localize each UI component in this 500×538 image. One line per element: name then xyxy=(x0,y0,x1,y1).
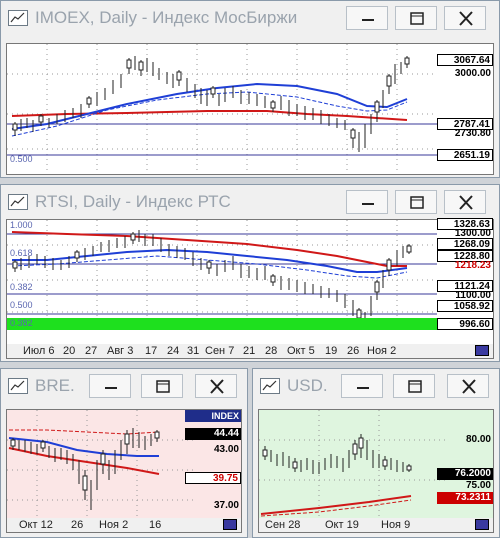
imoex-plot xyxy=(7,44,437,174)
x-tick: Ноя 2 xyxy=(99,519,129,531)
x-axis: Июл 6 20 27 Авг 3 17 24 31 Сен 7 21 28 О… xyxy=(7,344,493,358)
price-label: 80.00 xyxy=(465,434,491,445)
window-title: IMOEX, Daily - Индекс МосБиржи xyxy=(35,8,298,27)
x-tick: 16 xyxy=(149,519,162,531)
minimize-button[interactable] xyxy=(89,374,131,398)
window-title: RTSI, Daily - Индекс РТС xyxy=(35,192,231,211)
close-button[interactable] xyxy=(447,374,489,398)
minimize-button[interactable] xyxy=(346,190,388,214)
price-label: 1058.92 xyxy=(437,300,493,312)
x-tick: 26 xyxy=(347,345,360,357)
x-tick: Окт 5 xyxy=(287,345,315,357)
price-label-last: 3067.64 xyxy=(437,54,493,66)
restore-button[interactable] xyxy=(395,190,437,214)
x-tick: 19 xyxy=(325,345,338,357)
x-tick: Окт 12 xyxy=(19,519,53,531)
usd-titlebar[interactable]: USD... xyxy=(253,369,499,403)
fib-label: 0.500 xyxy=(10,154,33,164)
price-label: 39.75 xyxy=(185,472,241,484)
price-label: 3000.00 xyxy=(454,68,491,79)
chart-line-icon xyxy=(8,10,28,26)
fib-label: 0.382 xyxy=(10,318,33,328)
x-tick: 31 xyxy=(187,345,200,357)
restore-button[interactable] xyxy=(395,6,437,30)
x-tick: 26 xyxy=(71,519,84,531)
x-tick: Сен 28 xyxy=(265,519,301,531)
price-label: 75.00 xyxy=(465,480,491,491)
header-tag: INDEX xyxy=(185,410,241,422)
restore-button[interactable] xyxy=(393,374,435,398)
rtsi-window[interactable]: RTSI, Daily - Индекс РТС 1.000 0.618 0.3… xyxy=(0,184,500,362)
price-label: 2651.19 xyxy=(437,149,493,161)
usd-chart[interactable]: 80.00 76.2000 75.00 73.2311 Сен 28 Окт 1… xyxy=(258,409,494,533)
imoex-titlebar[interactable]: IMOEX, Daily - Индекс МосБиржи xyxy=(1,1,499,35)
fib-label: 0.382 xyxy=(10,282,33,292)
x-tick: 21 xyxy=(243,345,256,357)
price-label: 2730.80 xyxy=(454,128,491,139)
x-tick: 20 xyxy=(63,345,76,357)
usd-window[interactable]: USD... 80.00 76.2000 xyxy=(252,368,500,538)
close-button[interactable] xyxy=(444,190,486,214)
chart-line-icon xyxy=(260,378,280,394)
chart-line-icon xyxy=(8,194,28,210)
x-tick: Ноя 2 xyxy=(367,345,397,357)
price-label: 996.60 xyxy=(437,318,493,330)
fib-label: 0.500 xyxy=(10,300,33,310)
rtsi-chart[interactable]: 1.000 0.618 0.382 0.500 0.382 1328.63 13… xyxy=(6,218,494,359)
bre-chart[interactable]: INDEX 44.44 43.00 39.75 37.00 Окт 12 26 … xyxy=(6,409,242,533)
x-tick: 27 xyxy=(85,345,98,357)
price-label: 73.2311 xyxy=(437,492,493,504)
x-axis: Сен 28 Окт 19 Ноя 9 xyxy=(259,518,493,532)
price-label: 37.00 xyxy=(213,500,239,511)
chart-line-icon xyxy=(8,378,28,394)
bre-titlebar[interactable]: BRE... xyxy=(1,369,247,403)
imoex-chart[interactable]: 0.500 3067.64 3000.00 2787.41 2730.80 26… xyxy=(6,43,494,175)
price-label-last: 44.44 xyxy=(185,428,241,440)
restore-button[interactable] xyxy=(141,374,183,398)
price-label: 43.00 xyxy=(213,444,239,455)
tv-icon[interactable] xyxy=(475,345,489,356)
minimize-button[interactable] xyxy=(341,374,383,398)
x-tick: Ноя 9 xyxy=(381,519,411,531)
rtsi-plot xyxy=(7,220,437,330)
x-tick: 28 xyxy=(265,345,278,357)
tv-icon[interactable] xyxy=(223,519,237,530)
window-title: USD... xyxy=(287,376,327,395)
imoex-window[interactable]: IMOEX, Daily - Индекс МосБиржи 0.500 306… xyxy=(0,0,500,178)
fib-label: 0.618 xyxy=(10,248,33,258)
x-tick: Авг 3 xyxy=(107,345,134,357)
x-tick: 24 xyxy=(167,345,180,357)
price-label: 1218.23 xyxy=(454,260,491,271)
window-title: BRE... xyxy=(35,376,75,395)
fib-label: 1.000 xyxy=(10,220,33,230)
bre-window[interactable]: BRE... INDEX 44.4 xyxy=(0,368,248,538)
minimize-button[interactable] xyxy=(346,6,388,30)
x-tick: 17 xyxy=(145,345,158,357)
x-tick: Сен 7 xyxy=(205,345,235,357)
x-axis: Окт 12 26 Ноя 2 16 xyxy=(7,518,241,532)
close-button[interactable] xyxy=(195,374,237,398)
x-tick: Окт 19 xyxy=(325,519,359,531)
x-tick: Июл 6 xyxy=(23,345,55,357)
close-button[interactable] xyxy=(444,6,486,30)
rtsi-titlebar[interactable]: RTSI, Daily - Индекс РТС xyxy=(1,185,499,219)
tv-icon[interactable] xyxy=(475,519,489,530)
price-label-last: 1268.09 xyxy=(437,238,493,250)
price-label-last: 76.2000 xyxy=(437,468,493,480)
